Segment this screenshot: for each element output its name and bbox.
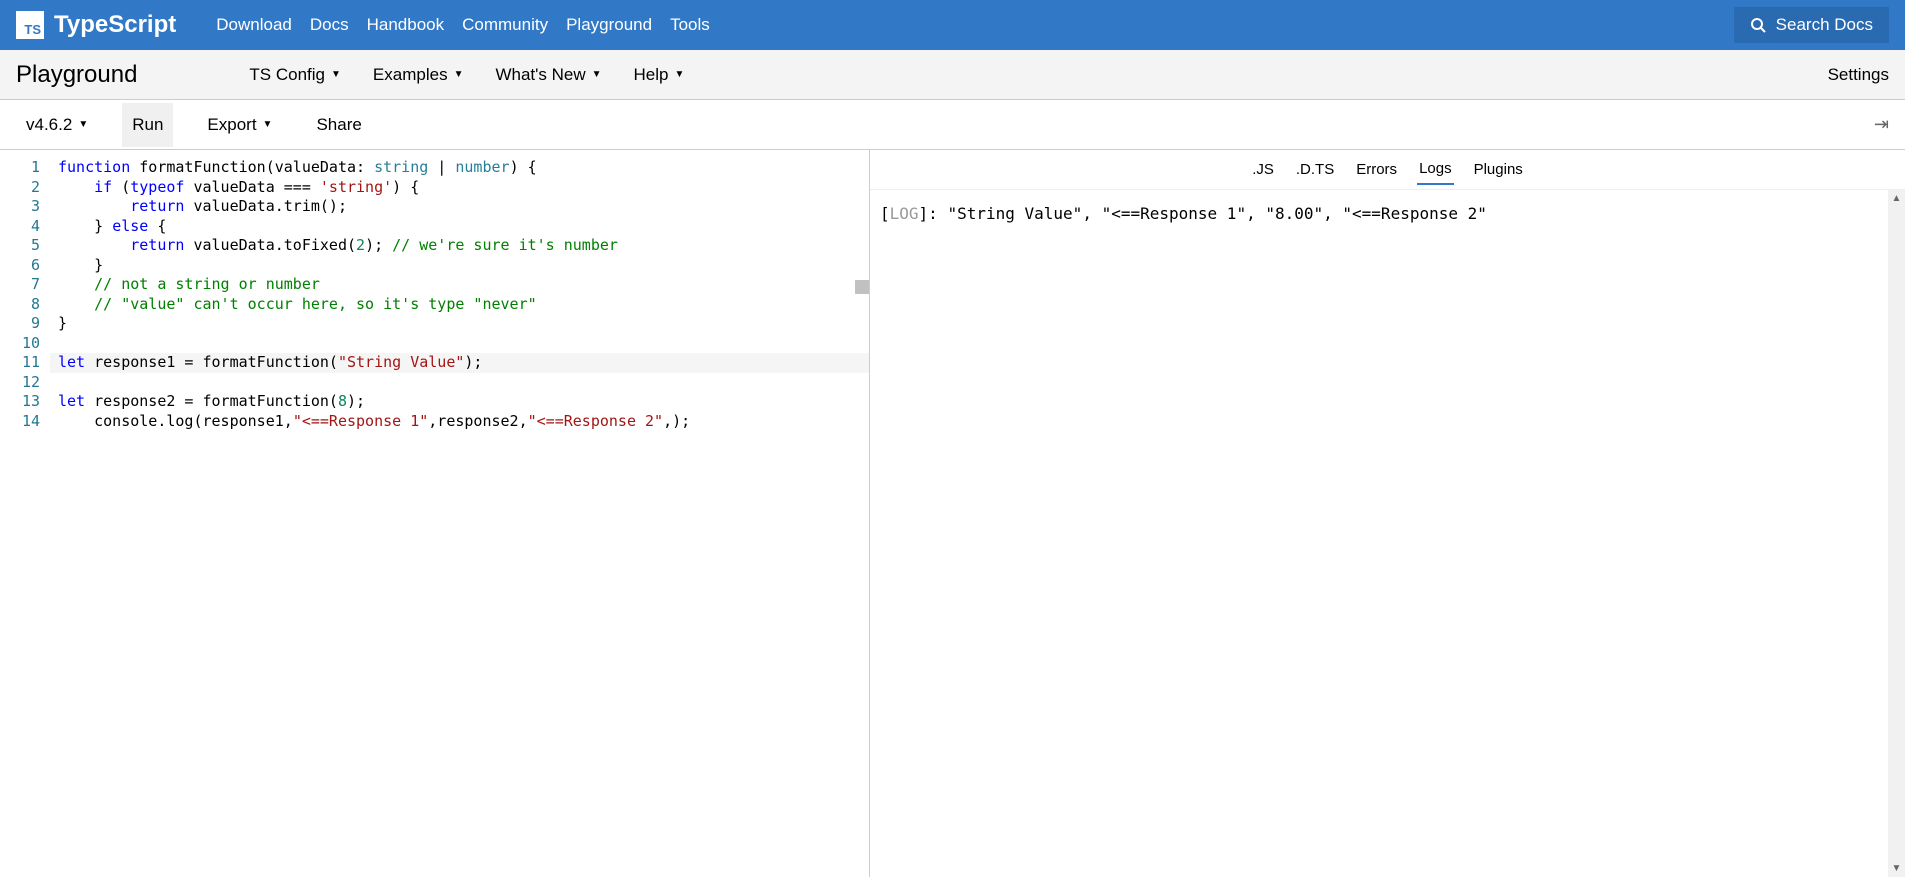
nav-docs[interactable]: Docs xyxy=(310,15,349,35)
primary-nav: Download Docs Handbook Community Playgro… xyxy=(216,15,710,35)
search-docs[interactable]: Search Docs xyxy=(1734,7,1889,43)
log-output: [LOG]: "String Value", "<==Response 1", … xyxy=(870,190,1888,877)
tab-js[interactable]: .JS xyxy=(1250,155,1276,184)
export-menu[interactable]: Export▼ xyxy=(197,103,282,147)
examples-menu[interactable]: Examples▼ xyxy=(373,65,464,85)
code-editor[interactable]: 1234567891011121314 function formatFunct… xyxy=(0,150,870,877)
search-icon xyxy=(1750,17,1766,33)
code-line[interactable]: function formatFunction(valueData: strin… xyxy=(50,158,869,178)
log-line: "String Value", "<==Response 1", "8.00",… xyxy=(947,204,1486,223)
tab-dts[interactable]: .D.TS xyxy=(1294,155,1336,184)
caret-down-icon: ▼ xyxy=(263,119,273,130)
playground-bar: Playground TS Config▼ Examples▼ What's N… xyxy=(0,50,1905,100)
minimap-indicator[interactable] xyxy=(855,280,869,294)
version-select[interactable]: v4.6.2▼ xyxy=(16,103,98,147)
code-line[interactable]: } else { xyxy=(50,217,869,237)
caret-down-icon: ▼ xyxy=(331,69,341,80)
code-line[interactable]: } xyxy=(50,256,869,276)
whatsnew-menu[interactable]: What's New▼ xyxy=(495,65,601,85)
code-line[interactable] xyxy=(50,373,869,393)
page-title: Playground xyxy=(16,61,137,89)
search-placeholder: Search Docs xyxy=(1776,15,1873,35)
main-split: 1234567891011121314 function formatFunct… xyxy=(0,150,1905,877)
caret-down-icon: ▼ xyxy=(592,69,602,80)
ts-logo-icon: TS xyxy=(16,11,44,39)
code-content[interactable]: function formatFunction(valueData: strin… xyxy=(50,150,869,877)
output-pane: .JS .D.TS Errors Logs Plugins [LOG]: "St… xyxy=(870,150,1905,877)
brand-logo[interactable]: TS TypeScript xyxy=(16,11,176,39)
code-line[interactable]: console.log(response1,"<==Response 1",re… xyxy=(50,412,869,432)
nav-download[interactable]: Download xyxy=(216,15,292,35)
code-line[interactable] xyxy=(50,334,869,354)
top-nav-bar: TS TypeScript Download Docs Handbook Com… xyxy=(0,0,1905,50)
line-gutter: 1234567891011121314 xyxy=(0,150,50,877)
code-line[interactable]: let response2 = formatFunction(8); xyxy=(50,392,869,412)
code-line[interactable]: return valueData.trim(); xyxy=(50,197,869,217)
nav-community[interactable]: Community xyxy=(462,15,548,35)
caret-down-icon: ▼ xyxy=(454,69,464,80)
collapse-arrow-icon[interactable]: ⇥ xyxy=(1874,114,1889,135)
code-line[interactable]: // not a string or number xyxy=(50,275,869,295)
code-line[interactable]: if (typeof valueData === 'string') { xyxy=(50,178,869,198)
output-tabs: .JS .D.TS Errors Logs Plugins xyxy=(870,150,1905,190)
share-button[interactable]: Share xyxy=(306,103,371,147)
code-line[interactable]: return valueData.toFixed(2); // we're su… xyxy=(50,236,869,256)
scroll-up-icon[interactable]: ▲ xyxy=(1888,190,1905,207)
nav-playground[interactable]: Playground xyxy=(566,15,652,35)
nav-tools[interactable]: Tools xyxy=(670,15,710,35)
nav-handbook[interactable]: Handbook xyxy=(367,15,445,35)
scroll-down-icon[interactable]: ▼ xyxy=(1888,860,1905,877)
tab-errors[interactable]: Errors xyxy=(1354,155,1399,184)
code-line[interactable]: } xyxy=(50,314,869,334)
caret-down-icon: ▼ xyxy=(675,69,685,80)
run-button[interactable]: Run xyxy=(122,103,173,147)
tab-logs[interactable]: Logs xyxy=(1417,154,1454,185)
caret-down-icon: ▼ xyxy=(78,119,88,130)
settings-button[interactable]: Settings xyxy=(1828,65,1889,85)
tsconfig-menu[interactable]: TS Config▼ xyxy=(249,65,341,85)
code-line[interactable]: let response1 = formatFunction("String V… xyxy=(50,353,869,373)
log-tag: LOG xyxy=(890,204,919,223)
editor-toolbar: v4.6.2▼ Run Export▼ Share ⇥ xyxy=(0,100,1905,150)
brand-name: TypeScript xyxy=(54,11,176,39)
code-line[interactable]: // "value" can't occur here, so it's typ… xyxy=(50,295,869,315)
output-scrollbar[interactable]: ▲ ▼ xyxy=(1888,190,1905,877)
tab-plugins[interactable]: Plugins xyxy=(1472,155,1525,184)
help-menu[interactable]: Help▼ xyxy=(634,65,685,85)
